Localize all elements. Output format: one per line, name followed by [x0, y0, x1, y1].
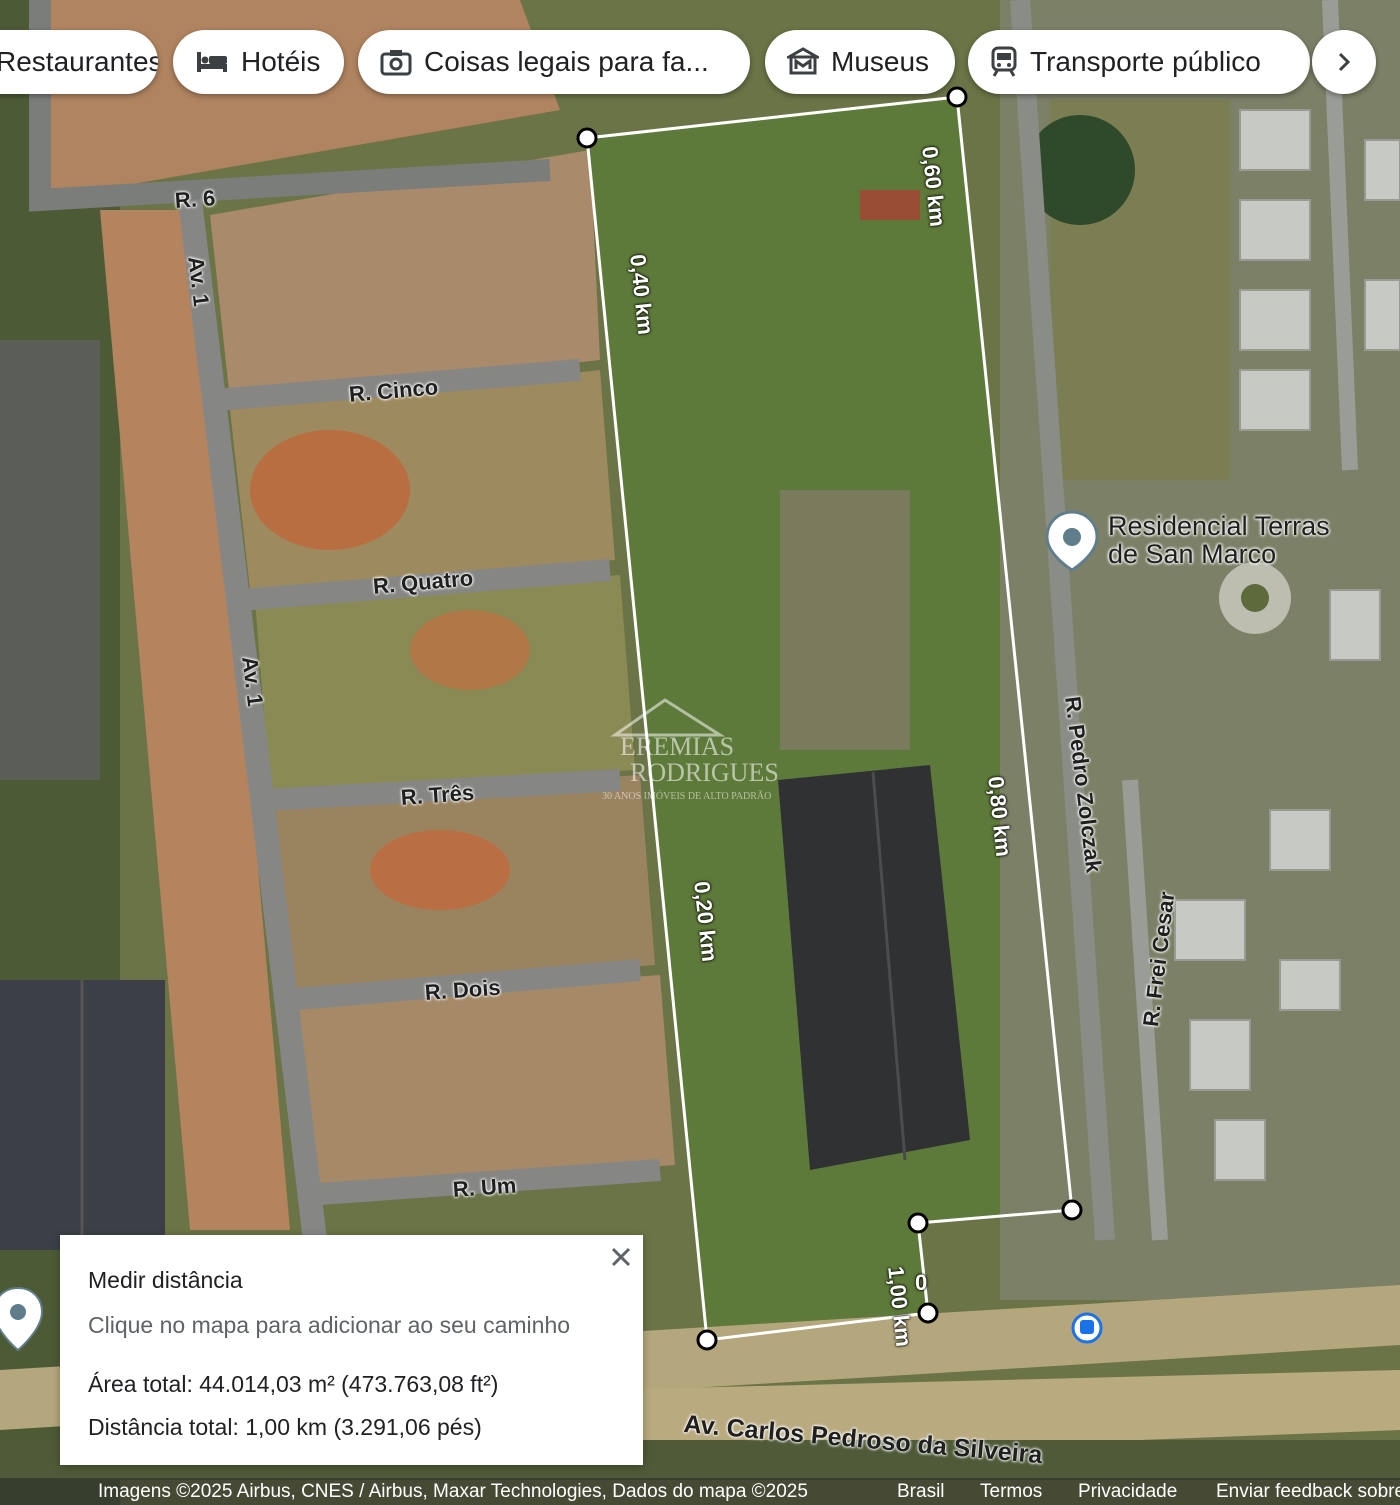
bus-stop-icon[interactable]: [1071, 1312, 1103, 1344]
chip-transit[interactable]: Transporte público: [968, 30, 1310, 94]
vertex: [917, 1302, 939, 1324]
measure-distance-panel: Medir distância Clique no mapa para adic…: [60, 1235, 643, 1465]
road-label-tres: R. Três: [400, 779, 475, 810]
vertex: [907, 1212, 929, 1234]
poi-name-line1: Residencial Terras: [1108, 511, 1330, 541]
poi-label[interactable]: Residencial Terras de San Marco: [1108, 512, 1330, 568]
footer-privacy-link[interactable]: Privacidade: [1078, 1478, 1177, 1505]
total-area: Área total: 44.014,03 m² (473.763,08 ft²…: [88, 1371, 499, 1397]
road-label-r6: R. 6: [174, 185, 217, 213]
road-label-um: R. Um: [452, 1172, 518, 1202]
chip-label-restaurants: Restaurantes: [0, 46, 158, 77]
footer-feedback-link[interactable]: Enviar feedback sobre o produto: [1216, 1478, 1400, 1505]
poi-name-line2: de San Marco: [1108, 539, 1277, 569]
panel-title: Medir distância: [88, 1267, 243, 1293]
chip-label-transit: Transporte público: [1030, 46, 1261, 77]
chips-scroll-right-button[interactable]: [1312, 30, 1376, 94]
chip-hotels[interactable]: Hotéis: [173, 30, 344, 94]
svg-text:EREMIAS: EREMIAS: [620, 732, 734, 761]
chip-label-things-to-do: Coisas legais para fa...: [424, 46, 709, 77]
camera-icon: [380, 50, 412, 76]
chip-things-to-do[interactable]: Coisas legais para fa...: [358, 30, 750, 94]
museum-icon: [787, 47, 819, 75]
measure-label-small: 0: [915, 1270, 928, 1295]
total-distance: Distância total: 1,00 km (3.291,06 pés): [88, 1414, 482, 1440]
footer-country[interactable]: Brasil: [897, 1478, 945, 1505]
vertex: [576, 127, 598, 149]
svg-text:30 ANOS IMÓVEIS DE ALTO PADRÃO: 30 ANOS IMÓVEIS DE ALTO PADRÃO: [602, 790, 771, 802]
attribution-text: Imagens ©2025 Airbus, CNES / Airbus, Max…: [98, 1481, 808, 1502]
vertex: [1061, 1199, 1083, 1221]
svg-text:RODRIGUES: RODRIGUES: [630, 758, 779, 787]
chip-label-hotels: Hotéis: [241, 46, 321, 77]
map-footer: Imagens ©2025 Airbus, CNES / Airbus, Max…: [0, 1478, 1400, 1505]
panel-hint: Clique no mapa para adicionar ao seu cam…: [88, 1312, 571, 1338]
bed-icon: [197, 52, 227, 72]
chip-label-museums: Museus: [831, 46, 930, 77]
road-label-dois: R. Dois: [424, 974, 502, 1005]
chip-museums[interactable]: Museus: [765, 30, 955, 94]
chevron-right-icon: [1338, 52, 1351, 72]
vertex: [946, 86, 968, 108]
train-icon: [991, 46, 1017, 77]
vertex: [696, 1329, 718, 1351]
watermark-logo: EREMIAS RODRIGUES 30 ANOS IMÓVEIS DE ALT…: [600, 695, 820, 815]
chip-restaurants[interactable]: Restaurantes: [0, 30, 158, 94]
close-icon[interactable]: [607, 1243, 635, 1271]
footer-terms-link[interactable]: Termos: [980, 1478, 1042, 1505]
